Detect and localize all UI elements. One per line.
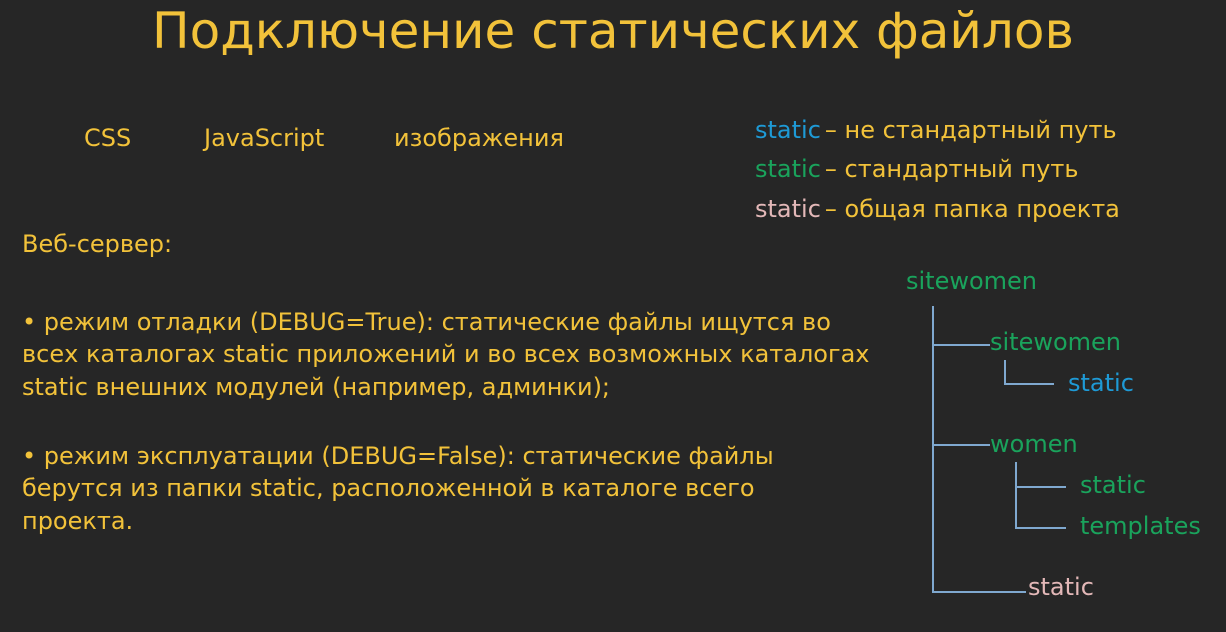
legend-text: – стандартный путь [824,155,1079,183]
legend-text: – общая папка проекта [824,195,1120,223]
tree-line-sitewomen-static [1004,360,1054,385]
tree-women-static: static [1080,471,1146,499]
legend-project: static – общая папка проекта [755,195,1120,223]
paragraph-production-mode: • режим эксплуатации (DEBUG=False): стат… [22,442,774,535]
legend-text: – не стандартный путь [824,116,1117,144]
tree-line-women-templates [1015,462,1066,529]
tree-sitewomen-app: sitewomen [990,328,1122,356]
tree-women-app: women [990,430,1078,458]
legend-keyword-blue: static [755,116,821,144]
tree-root-sitewomen: sitewomen [906,267,1038,295]
legend-keyword-pink: static [755,195,821,223]
topic-javascript: JavaScript [204,124,325,152]
topic-images: изображения [394,124,564,152]
paragraph-debug-mode: • режим отладки (DEBUG=True): статически… [22,308,870,401]
legend-keyword-green: static [755,155,821,183]
webserver-label: Веб-сервер: [22,230,173,258]
legend-nonstandard: static – не стандартный путь [755,116,1117,144]
tree-project-static: static [1028,573,1094,601]
topic-css: CSS [84,124,132,152]
legend-standard: static – стандартный путь [755,155,1079,183]
tree-sitewomen-static: static [1068,369,1134,397]
tree-women-templates: templates [1080,512,1201,540]
slide-title: Подключение статических файлов [152,2,1074,60]
